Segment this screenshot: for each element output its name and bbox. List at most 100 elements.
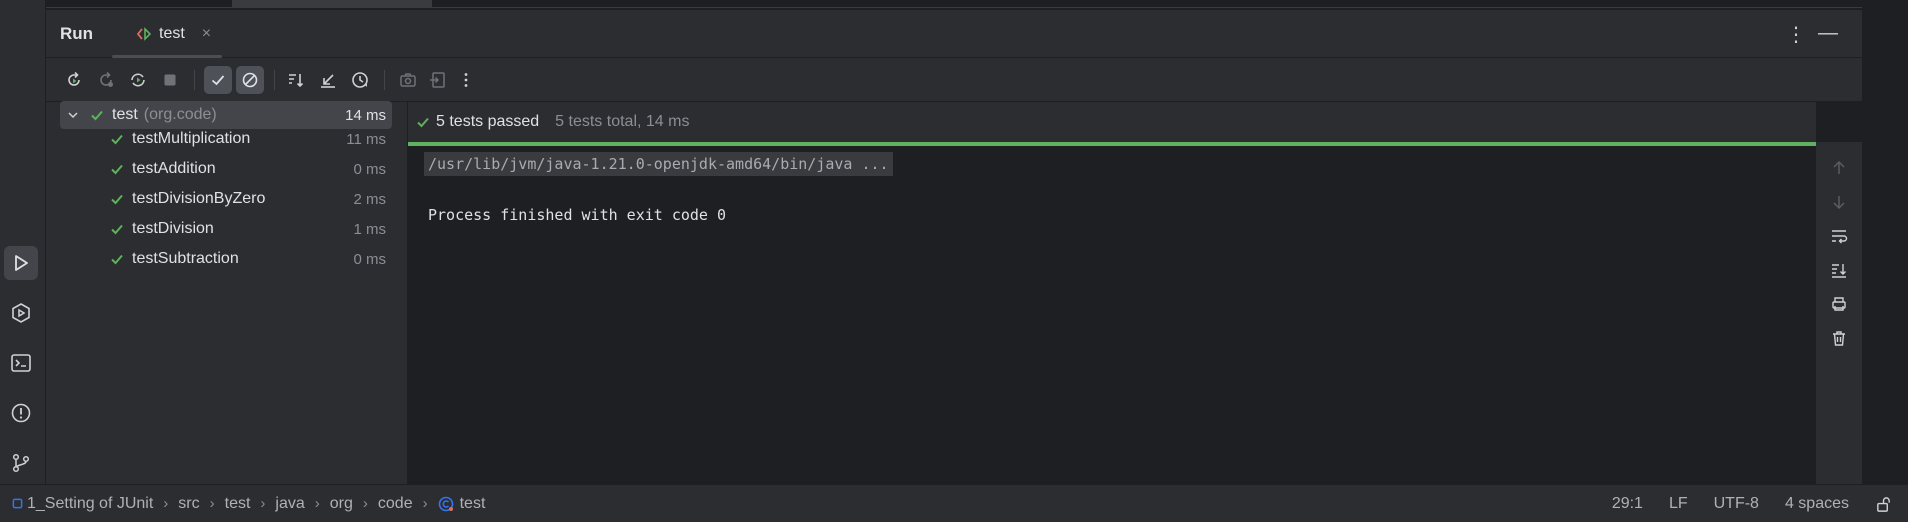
- stop-button[interactable]: [156, 66, 184, 94]
- run-tool-window: Run test × ⋮ — test (org.code) 14 ms tes…: [46, 10, 1862, 484]
- test-history-button[interactable]: [346, 66, 374, 94]
- passed-check-icon: [417, 117, 429, 128]
- tree-item-test[interactable]: testDivisionByZero 2 ms: [110, 185, 392, 213]
- arrow-down-icon: [1833, 196, 1845, 210]
- test-duration: 14 ms: [345, 106, 386, 124]
- tool-window-header: Run test × ⋮ —: [46, 10, 1862, 58]
- lock-icon[interactable]: [1875, 496, 1892, 513]
- editor-strip: [46, 0, 1862, 8]
- breadcrumb-item[interactable]: src: [178, 495, 199, 513]
- file-encoding[interactable]: UTF-8: [1714, 495, 1759, 513]
- rerun-button[interactable]: [60, 66, 88, 94]
- minimize-icon[interactable]: —: [1818, 22, 1838, 45]
- export-button[interactable]: [424, 66, 452, 94]
- sort-button[interactable]: [282, 66, 310, 94]
- passed-check-icon: [111, 134, 123, 145]
- test-name: testAddition: [132, 160, 216, 177]
- history-icon: [352, 72, 368, 88]
- test-duration: 0 ms: [353, 160, 386, 178]
- show-passed-icon: [211, 75, 225, 86]
- test-duration: 2 ms: [353, 190, 386, 208]
- tests-total-label: 5 tests total, 14 ms: [555, 113, 690, 130]
- collapse-button[interactable]: [314, 66, 342, 94]
- git-tool-button[interactable]: [4, 446, 38, 480]
- toggle-auto-test-button[interactable]: [124, 66, 152, 94]
- problems-tool-button[interactable]: [4, 396, 38, 430]
- run-toolbar: [46, 58, 1862, 102]
- tab-test-run[interactable]: test ×: [126, 10, 238, 58]
- caret-position[interactable]: 29:1: [1612, 495, 1643, 513]
- rerun-icon: [68, 71, 80, 86]
- show-ignored-toggle[interactable]: [236, 66, 264, 94]
- passed-check-icon: [111, 164, 123, 175]
- breadcrumb-separator-icon: ›: [422, 495, 428, 512]
- soft-wrap-icon: [1832, 230, 1848, 244]
- run-tool-button[interactable]: [4, 246, 38, 280]
- test-class-icon: [438, 496, 453, 511]
- toolbar-separator: [274, 70, 275, 90]
- tree-item-test[interactable]: testMultiplication 11 ms: [110, 125, 392, 153]
- console-area: 5 tests passed 5 tests total, 14 ms /usr…: [408, 102, 1862, 484]
- arrow-up-icon: [1833, 160, 1845, 174]
- more-options-icon[interactable]: ⋮: [1786, 22, 1806, 47]
- clear-all-button[interactable]: [1829, 328, 1849, 348]
- services-tool-button[interactable]: [4, 296, 38, 330]
- tab-label: test: [159, 25, 185, 42]
- soft-wrap-button[interactable]: [1829, 226, 1849, 246]
- console-command-line[interactable]: /usr/lib/jvm/java-1.21.0-openjdk-amd64/b…: [424, 152, 893, 176]
- test-name: testDivisionByZero: [132, 190, 266, 207]
- tree-item-test[interactable]: testAddition 0 ms: [110, 155, 392, 183]
- breadcrumb-item[interactable]: 1_Setting of JUnit: [27, 495, 153, 513]
- passed-check-icon: [111, 254, 123, 265]
- rerun-auto-icon: [131, 73, 145, 87]
- test-name: testSubtraction: [132, 250, 239, 267]
- breadcrumb-item[interactable]: code: [378, 495, 413, 513]
- indent-setting[interactable]: 4 spaces: [1785, 495, 1849, 513]
- terminal-icon: [11, 354, 31, 372]
- test-package: (org.code): [143, 106, 217, 123]
- trash-icon: [1833, 331, 1845, 346]
- rerun-failed-icon: [100, 71, 113, 87]
- test-class-name: test: [112, 106, 138, 123]
- test-status-bar: 5 tests passed 5 tests total, 14 ms: [408, 102, 1816, 142]
- collapse-icon: [321, 74, 335, 88]
- previous-occurrence-button[interactable]: [1829, 158, 1849, 178]
- next-occurrence-button[interactable]: [1829, 192, 1849, 212]
- tree-item-test[interactable]: testSubtraction 0 ms: [110, 245, 392, 273]
- console-side-toolbar: [1816, 142, 1862, 484]
- breadcrumb-separator-icon: ›: [163, 495, 169, 512]
- print-icon: [1832, 297, 1846, 311]
- tree-item-test[interactable]: testDivision 1 ms: [110, 215, 392, 243]
- toolbar-more-button[interactable]: [452, 66, 480, 94]
- line-separator[interactable]: LF: [1669, 495, 1688, 513]
- services-icon: [12, 303, 30, 323]
- test-config-icon: [136, 27, 152, 41]
- passed-check-icon: [91, 110, 103, 121]
- passed-check-icon: [111, 194, 123, 205]
- scroll-to-end-button[interactable]: [1829, 260, 1849, 280]
- scroll-to-end-icon: [1832, 264, 1846, 278]
- terminal-tool-button[interactable]: [4, 346, 38, 380]
- breadcrumb-item[interactable]: test: [460, 495, 486, 513]
- show-passed-toggle[interactable]: [204, 66, 232, 94]
- status-widgets: 29:1 LF UTF-8 4 spaces: [1612, 485, 1908, 522]
- export-icon: [430, 72, 445, 88]
- breadcrumb-separator-icon: ›: [314, 495, 320, 512]
- screenshot-button[interactable]: [394, 66, 422, 94]
- console-output[interactable]: /usr/lib/jvm/java-1.21.0-openjdk-amd64/b…: [408, 146, 1816, 484]
- breadcrumb-item[interactable]: java: [275, 495, 304, 513]
- print-button[interactable]: [1829, 294, 1849, 314]
- left-tool-strip: [0, 0, 46, 484]
- console-exit-line: Process finished with exit code 0: [428, 206, 727, 224]
- breadcrumb-item[interactable]: org: [330, 495, 353, 513]
- tab-close-icon[interactable]: ×: [202, 25, 211, 43]
- rerun-failed-button[interactable]: [92, 66, 120, 94]
- tool-window-title: Run: [60, 24, 94, 43]
- chevron-down-icon[interactable]: [66, 108, 80, 122]
- breadcrumb-item[interactable]: test: [225, 495, 251, 513]
- breadcrumb-separator-icon: ›: [209, 495, 215, 512]
- problems-icon: [11, 403, 31, 423]
- toolbar-separator: [384, 70, 385, 90]
- editor-tab-fragment: [232, 0, 432, 8]
- passed-check-icon: [111, 224, 123, 235]
